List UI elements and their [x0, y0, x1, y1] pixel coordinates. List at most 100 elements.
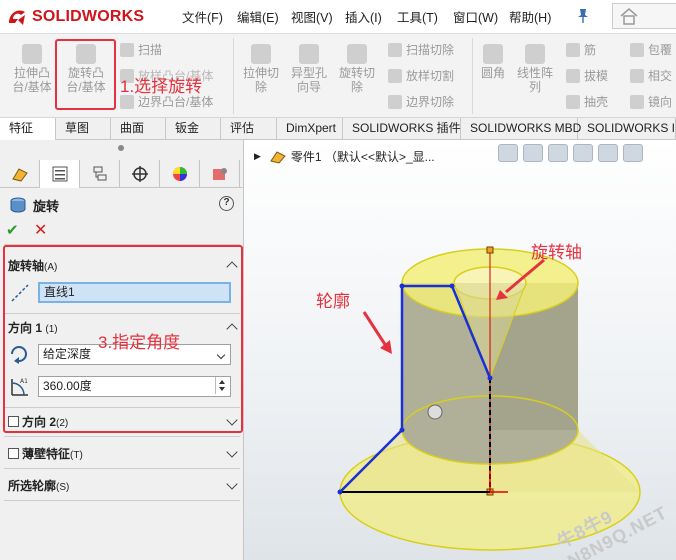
tab-sketch[interactable]: 草图 — [56, 118, 111, 140]
revolve-cut-button[interactable]: 旋转切 除 — [334, 44, 380, 94]
extrude-cut-icon — [251, 44, 271, 64]
ribbon-separator — [472, 38, 473, 114]
ds-logo-icon — [9, 10, 25, 25]
linear-pattern-icon — [525, 44, 545, 64]
ribbon-separator — [233, 38, 234, 114]
expand-chevron-icon[interactable] — [226, 446, 238, 458]
expand-chevron-icon[interactable] — [226, 478, 238, 490]
intersect-icon — [630, 68, 644, 83]
selected-contours-header[interactable]: 所选轮廓(S) — [4, 476, 240, 496]
lofted-cut-button[interactable]: 放样切割 — [388, 67, 454, 84]
menu-view[interactable]: 视图(V) — [291, 7, 345, 26]
property-list-icon — [52, 166, 67, 182]
display-manager-tab[interactable] — [160, 160, 200, 188]
menu-tools[interactable]: 工具(T) — [397, 7, 453, 26]
tab-surfaces[interactable]: 曲面 — [111, 118, 166, 140]
tab-mbd[interactable]: SOLIDWORKS MBD — [461, 118, 581, 140]
menu-help[interactable]: 帮助(H) — [509, 7, 561, 26]
revolve-preview-model — [337, 246, 641, 551]
sketch-vertex — [487, 375, 493, 381]
divider — [4, 500, 240, 501]
mirror-icon — [630, 94, 644, 109]
draft-icon — [566, 68, 580, 83]
sweep-icon — [120, 42, 134, 57]
panel-grip-handle[interactable] — [118, 145, 124, 151]
home-icon — [620, 8, 638, 25]
cancel-x-icon[interactable]: ✕ — [34, 220, 47, 240]
draft-button[interactable]: 拔模 — [566, 67, 608, 84]
tab-sheet-metal[interactable]: 钣金 — [166, 118, 221, 140]
linear-pattern-button[interactable]: 线性阵 列 — [512, 44, 558, 94]
annotation-profile: 轮廓 — [316, 292, 350, 311]
help-icon[interactable]: ? — [219, 196, 234, 211]
tab-inspection[interactable]: SOLIDWORKS Ins — [578, 118, 676, 140]
shell-button[interactable]: 抽壳 — [566, 93, 608, 110]
menu-file[interactable]: 文件(F) — [182, 7, 237, 26]
feature-title: 旋转 — [33, 198, 60, 214]
swept-cut-icon — [388, 42, 402, 57]
rib-button[interactable]: 筋 — [566, 41, 596, 58]
solidworks-logo[interactable]: SOLIDWORKS — [6, 6, 144, 28]
tab-addins[interactable]: SOLIDWORKS 插件 — [343, 118, 461, 140]
property-manager-tab[interactable] — [40, 160, 80, 188]
divider — [4, 436, 240, 437]
sweep-button[interactable]: 扫描 — [120, 41, 162, 58]
extrude-boss-icon — [22, 44, 42, 64]
property-manager-title: 旋转 — [8, 195, 59, 215]
pin-icon[interactable] — [576, 8, 590, 24]
revolve-highlight-box — [55, 39, 116, 110]
feature-manager-tab[interactable] — [0, 160, 40, 188]
mirror-button[interactable]: 镜向 — [630, 93, 672, 110]
sketch-vertex — [399, 427, 405, 433]
fillet-button[interactable]: 圆角 — [476, 44, 510, 80]
tab-features[interactable]: 特征 — [0, 118, 56, 140]
command-manager-tabs: 特征 草图 曲面 钣金 评估 DimXpert SOLIDWORKS 插件 SO… — [0, 118, 676, 140]
axis-endpoint-top — [486, 246, 494, 254]
thin-feature-checkbox[interactable] — [8, 448, 19, 459]
wrap-icon — [630, 42, 644, 57]
manager-tabs — [0, 160, 244, 188]
dimxpert-manager-tab[interactable] — [120, 160, 160, 188]
menu-bar: 文件(F) 编辑(E) 视图(V) 插入(I) 工具(T) 窗口(W) 帮助(H… — [182, 7, 561, 26]
configuration-manager-tab[interactable] — [80, 160, 120, 188]
revolve-cut-icon — [347, 44, 367, 64]
profile-arrow — [362, 311, 388, 347]
thin-feature-header[interactable]: 薄壁特征(T) — [4, 444, 240, 464]
tab-dimxpert[interactable]: DimXpert — [277, 118, 343, 140]
boundary-cut-button[interactable]: 边界切除 — [388, 93, 454, 110]
annotation-axis: 旋转轴 — [531, 243, 582, 262]
menu-window[interactable]: 窗口(W) — [453, 7, 509, 26]
rib-icon — [566, 42, 580, 57]
hole-wizard-icon — [299, 44, 319, 64]
appearance-icon — [172, 167, 187, 181]
logo-text: SOLIDWORKS — [32, 8, 145, 25]
wrap-button[interactable]: 包覆 — [630, 41, 672, 58]
swept-cut-button[interactable]: 扫描切除 — [388, 41, 454, 58]
rotation-drag-handle-icon[interactable] — [427, 404, 443, 420]
fillet-icon — [483, 44, 503, 64]
hole-wizard-button[interactable]: 异型孔 向导 — [286, 44, 332, 94]
cam-manager-tab[interactable] — [200, 160, 240, 188]
annotation-select-revolve: 1.选择旋转 — [120, 77, 203, 96]
boundary-cut-icon — [388, 94, 402, 109]
lofted-cut-icon — [388, 68, 402, 83]
menu-edit[interactable]: 编辑(E) — [237, 7, 291, 26]
home-button[interactable] — [612, 3, 676, 29]
shell-icon — [566, 94, 580, 109]
ok-checkmark-icon[interactable]: ✔ — [6, 221, 19, 239]
configuration-icon — [93, 166, 106, 181]
menu-insert[interactable]: 插入(I) — [345, 7, 397, 26]
revolve-feature-icon — [10, 197, 26, 213]
title-bar: SOLIDWORKS 文件(F) 编辑(E) 视图(V) 插入(I) 工具(T)… — [0, 0, 676, 34]
tab-evaluate[interactable]: 评估 — [221, 118, 277, 140]
extrude-boss-button[interactable]: 拉伸凸 台/基体 — [8, 44, 56, 94]
thin-feature-section: 薄壁特征(T) — [4, 444, 240, 464]
extrude-cut-button[interactable]: 拉伸切 除 — [238, 44, 284, 94]
crosshair-icon — [131, 166, 148, 182]
sketch-vertex — [449, 283, 455, 289]
intersect-button[interactable]: 相交 — [630, 67, 672, 84]
annotation-specify-angle: 3.指定角度 — [98, 333, 181, 352]
divider — [4, 468, 240, 469]
selected-contours-section: 所选轮廓(S) — [4, 476, 240, 496]
graphics-viewport[interactable]: ▶ 零件1 （默认<<默认>_显... 旋转轴 轮廓 — [244, 140, 676, 560]
